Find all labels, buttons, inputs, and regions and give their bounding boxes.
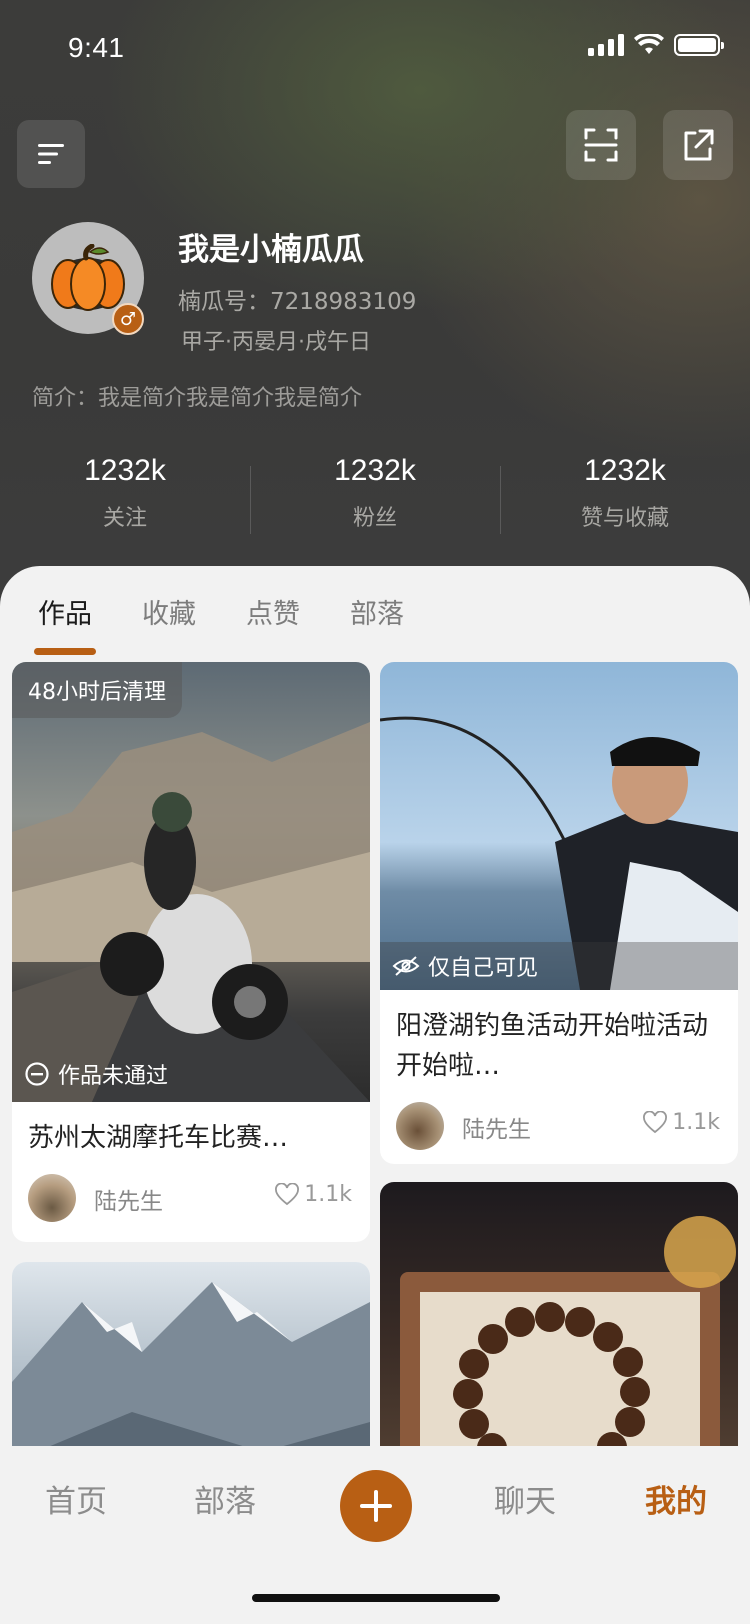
share-icon [684,129,714,161]
bottom-tab-bar: 首页 部落 聊天 我的 [0,1446,750,1624]
profile-header: 9:41 ♂ 我是小楠瓜瓜 楠瓜号：7218983109 甲子·丙晏月·戌午日 … [0,0,750,620]
plus-icon [360,1490,392,1522]
home-indicator [252,1594,500,1602]
profile-user-id: 楠瓜号：7218983109 [178,289,417,315]
post-image: 仅自己可见 [380,662,738,990]
like-count[interactable]: 1.1k [274,1182,352,1207]
stat-value: 1232k [584,454,666,487]
visibility-label: 仅自己可见 [428,956,539,981]
profile-nickname: 我是小楠瓜瓜 [178,232,364,268]
profile-bio: 简介：我是简介我是简介我是简介 [32,386,363,411]
menu-icon [38,144,64,164]
tab-tribe[interactable]: 部落 [350,592,404,649]
cellular-signal-icon [588,34,624,56]
like-count-value: 1.1k [672,1110,720,1135]
post-meta: 陆先生 1.1k [380,1096,738,1156]
like-count-value: 1.1k [304,1182,352,1207]
content-panel: 作品 收藏 点赞 部落 48小时后清理 作品未通过 苏州太湖摩托车比赛… 陆先生… [0,566,750,1446]
stat-label: 粉丝 [352,506,397,531]
author-name[interactable]: 陆先生 [94,1182,163,1216]
stat-likes-collections[interactable]: 1232k 赞与收藏 [500,450,750,540]
tab-works[interactable]: 作品 [34,592,96,655]
stat-label: 关注 [102,506,147,531]
menu-button[interactable] [17,120,85,188]
motorcycle-scene [12,722,370,1102]
status-icons [588,34,724,56]
battery-icon [674,34,724,56]
post-card[interactable] [12,1262,370,1446]
eye-hidden-icon [392,956,420,976]
gender-male-icon: ♂ [112,303,144,335]
mountain-scene [12,1282,370,1446]
tabbar-chat[interactable]: 聊天 [494,1476,556,1521]
author-avatar[interactable] [28,1174,76,1222]
review-status-label: 作品未通过 [58,1064,169,1089]
like-count[interactable]: 1.1k [642,1110,720,1135]
tabbar-tribe[interactable]: 部落 [194,1476,256,1521]
tabbar-home[interactable]: 首页 [45,1476,107,1521]
tab-likes[interactable]: 点赞 [246,592,300,649]
stat-following[interactable]: 1232k 关注 [0,450,250,540]
tab-collections[interactable]: 收藏 [142,592,196,649]
post-image [380,1182,738,1446]
author-avatar[interactable] [396,1102,444,1150]
profile-tabs: 作品 收藏 点赞 部落 [34,592,404,655]
cleanup-badge: 48小时后清理 [12,662,182,718]
minus-circle-icon [25,1062,49,1086]
visibility-bar: 仅自己可见 [380,942,738,990]
post-title: 阳澄湖钓鱼活动开始啦活动开始啦… [396,1011,709,1081]
scan-icon [584,128,618,162]
stat-value: 1232k [334,454,416,487]
status-time: 9:41 [68,32,125,63]
stat-label: 赞与收藏 [580,506,669,531]
heart-icon [643,1110,668,1133]
post-card[interactable]: 仅自己可见 阳澄湖钓鱼活动开始啦活动开始啦… 陆先生 1.1k [380,662,738,1164]
post-image [12,1262,370,1446]
stat-value: 1232k [84,454,166,487]
scan-button[interactable] [566,110,636,180]
stat-fans[interactable]: 1232k 粉丝 [250,450,500,540]
share-button[interactable] [663,110,733,180]
wifi-icon [634,34,664,54]
status-bar: 9:41 [0,0,750,96]
post-card[interactable]: 48小时后清理 作品未通过 苏州太湖摩托车比赛… 陆先生 1.1k [12,662,370,1242]
tabbar-mine[interactable]: 我的 [645,1476,707,1521]
heart-icon [275,1182,300,1205]
author-name[interactable]: 陆先生 [462,1110,531,1144]
post-meta: 陆先生 1.1k [12,1168,370,1228]
post-title: 苏州太湖摩托车比赛… [28,1123,289,1153]
profile-stats: 1232k 关注 1232k 粉丝 1232k 赞与收藏 [0,450,750,540]
create-post-button[interactable] [340,1470,412,1542]
fishing-scene [380,716,738,990]
post-image: 48小时后清理 作品未通过 [12,662,370,1102]
pumpkin-avatar-icon [51,244,125,311]
post-card[interactable] [380,1182,738,1446]
profile-bazi: 甲子·丙晏月·戌午日 [181,330,371,355]
review-status: 作品未通过 [24,1058,168,1090]
bracelet-scene [400,1216,736,1446]
